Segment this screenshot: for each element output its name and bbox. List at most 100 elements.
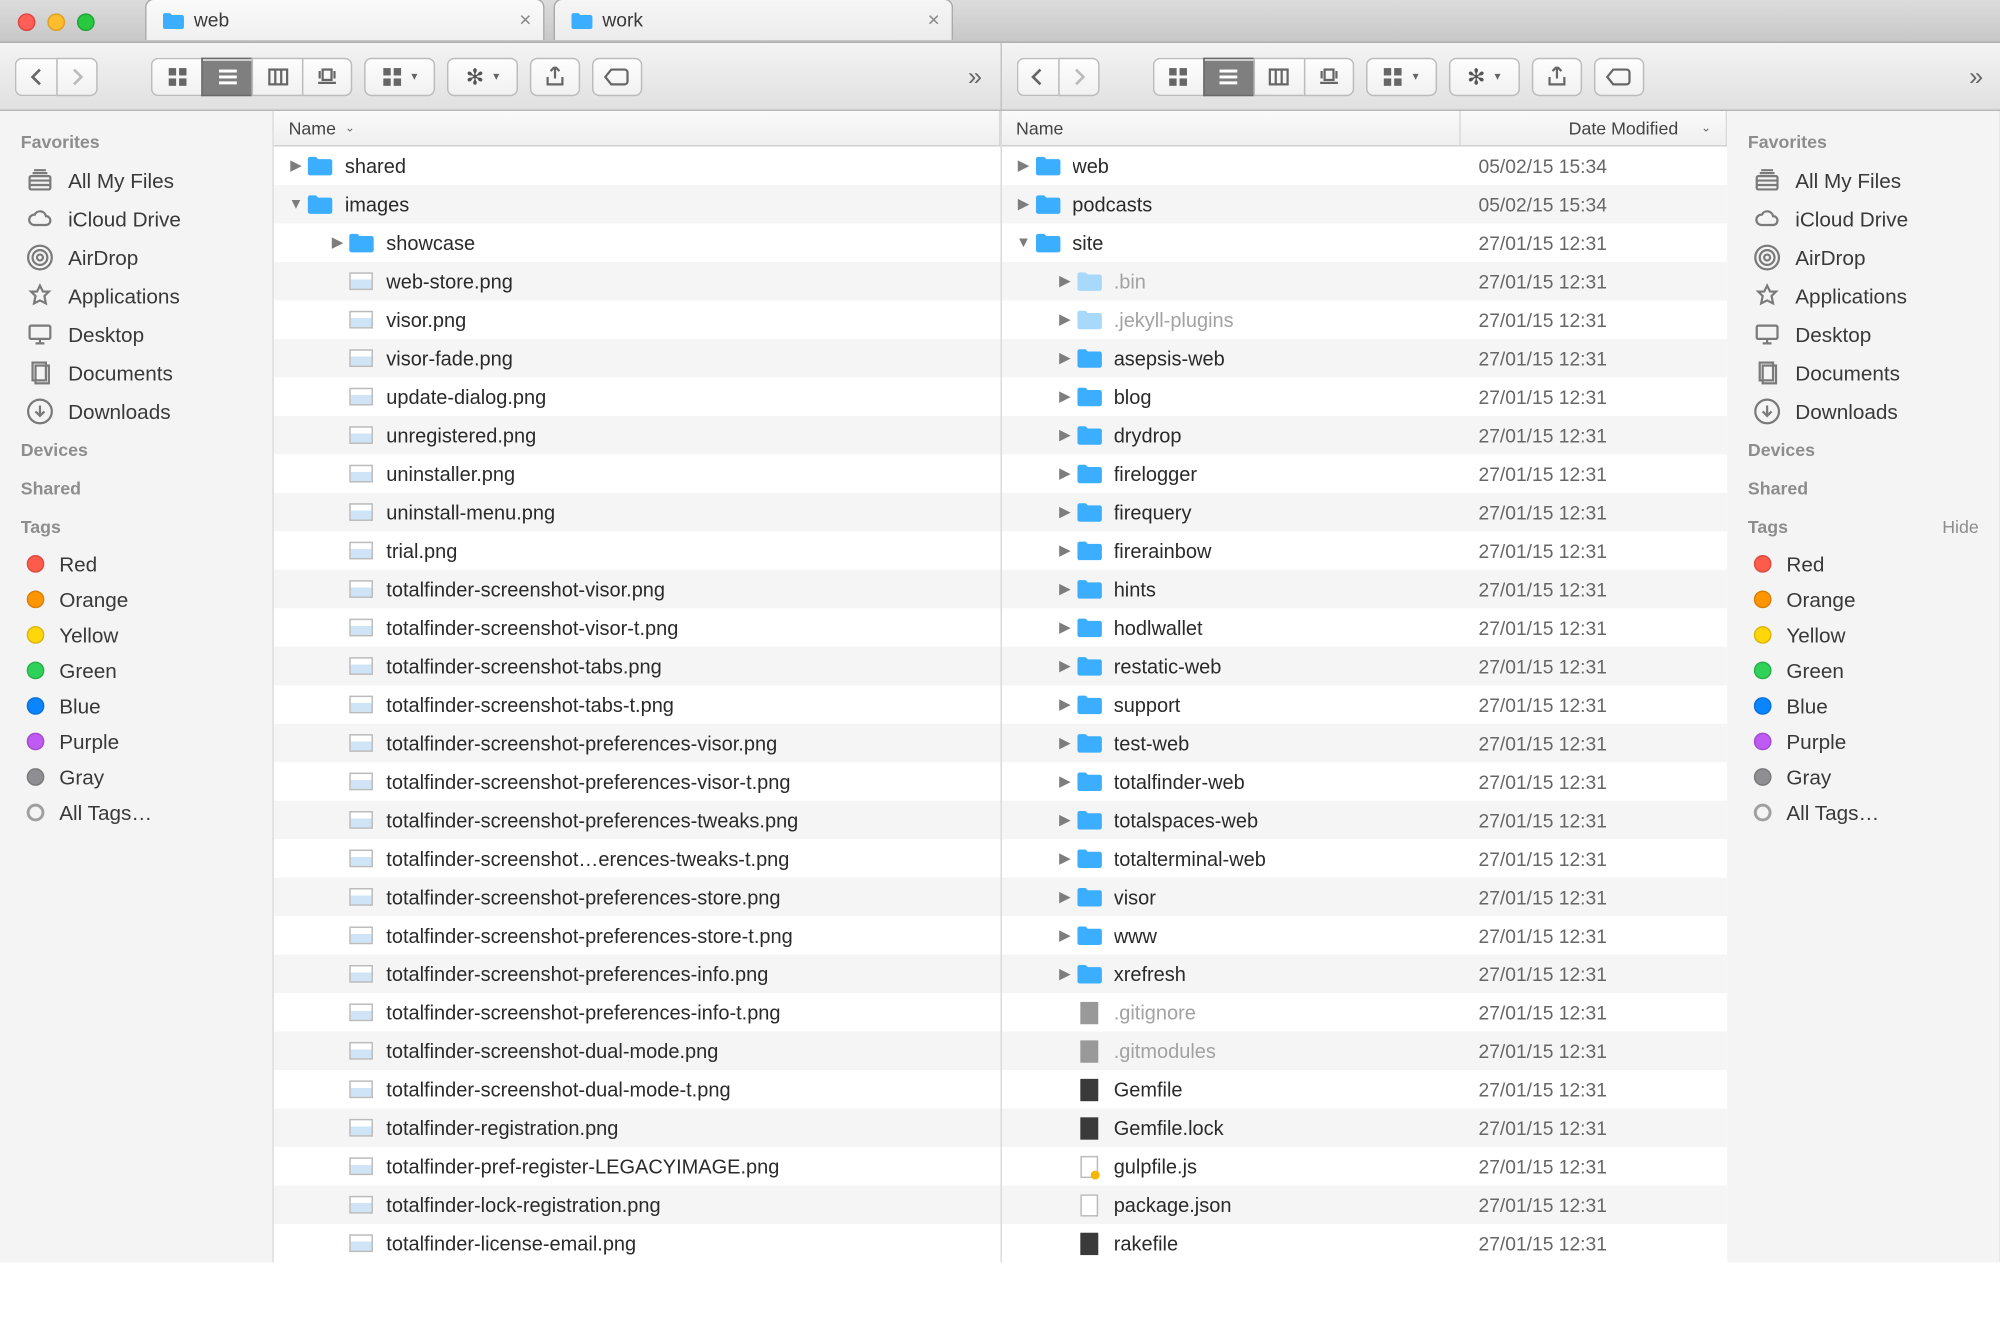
sidebar-item-desktop[interactable]: Desktop bbox=[1727, 315, 1999, 353]
file-row[interactable]: ▶shared bbox=[274, 147, 1000, 185]
disclosure-arrow-icon[interactable]: ▶ bbox=[1055, 504, 1076, 520]
file-row[interactable]: trial.png bbox=[274, 531, 1000, 569]
file-row[interactable]: ▶totalfinder-web27/01/15 12:31 bbox=[1001, 762, 1727, 800]
disclosure-arrow-icon[interactable]: ▼ bbox=[286, 196, 307, 212]
file-row[interactable]: totalfinder-screenshot-visor.png bbox=[274, 570, 1000, 608]
list-view-button[interactable] bbox=[1203, 57, 1253, 95]
column-date-modified[interactable]: Date Modified ⌄ bbox=[1461, 111, 1727, 145]
forward-button[interactable] bbox=[1057, 57, 1098, 95]
sidebar-tag-purple[interactable]: Purple bbox=[0, 724, 272, 760]
file-row[interactable]: totalfinder-pref-register-LEGACYIMAGE.pn… bbox=[274, 1147, 1000, 1185]
file-row[interactable]: ▶hints27/01/15 12:31 bbox=[1001, 570, 1727, 608]
arrange-button[interactable]: ▾ bbox=[364, 57, 435, 95]
sidebar-tag-red[interactable]: Red bbox=[1727, 546, 1999, 582]
column-view-button[interactable] bbox=[1253, 57, 1303, 95]
file-row[interactable]: totalfinder-license-email.png bbox=[274, 1224, 1000, 1262]
disclosure-arrow-icon[interactable]: ▶ bbox=[1055, 273, 1076, 289]
file-row[interactable]: web-store.png bbox=[274, 262, 1000, 300]
file-row[interactable]: ▶asepsis-web27/01/15 12:31 bbox=[1001, 339, 1727, 377]
sidebar-item-icloud-drive[interactable]: iCloud Drive bbox=[1727, 200, 1999, 238]
disclosure-arrow-icon[interactable]: ▶ bbox=[1055, 350, 1076, 366]
file-row[interactable]: ▶firelogger27/01/15 12:31 bbox=[1001, 454, 1727, 492]
file-row[interactable]: totalfinder-screenshot-preferences-tweak… bbox=[274, 801, 1000, 839]
tags-button[interactable] bbox=[1593, 57, 1643, 95]
file-row[interactable]: visor.png bbox=[274, 300, 1000, 338]
file-row[interactable]: ▶firequery27/01/15 12:31 bbox=[1001, 493, 1727, 531]
sidebar-item-applications[interactable]: Applications bbox=[1727, 277, 1999, 315]
file-row[interactable]: totalfinder-screenshot-preferences-info.… bbox=[274, 955, 1000, 993]
file-row[interactable]: ▶hodlwallet27/01/15 12:31 bbox=[1001, 608, 1727, 646]
share-button[interactable] bbox=[1531, 57, 1581, 95]
sidebar-tag-blue[interactable]: Blue bbox=[0, 688, 272, 724]
sidebar-tag-gray[interactable]: Gray bbox=[1727, 759, 1999, 795]
file-row[interactable]: ▶web05/02/15 15:34 bbox=[1001, 147, 1727, 185]
file-row[interactable]: .gitignore27/01/15 12:31 bbox=[1001, 993, 1727, 1031]
icon-view-button[interactable] bbox=[1152, 57, 1202, 95]
file-row[interactable]: totalfinder-screenshot-preferences-visor… bbox=[274, 762, 1000, 800]
file-row[interactable]: ▶.bin27/01/15 12:31 bbox=[1001, 262, 1727, 300]
sidebar-item-airdrop[interactable]: AirDrop bbox=[1727, 238, 1999, 276]
file-row[interactable]: .gitmodules27/01/15 12:31 bbox=[1001, 1032, 1727, 1070]
sidebar-item-downloads[interactable]: Downloads bbox=[0, 392, 272, 430]
file-row[interactable]: visor-fade.png bbox=[274, 339, 1000, 377]
disclosure-arrow-icon[interactable]: ▶ bbox=[1055, 465, 1076, 481]
file-row[interactable]: totalfinder-screenshot-tabs.png bbox=[274, 647, 1000, 685]
sidebar-item-documents[interactable]: Documents bbox=[1727, 354, 1999, 392]
file-row[interactable]: ▶visor27/01/15 12:31 bbox=[1001, 878, 1727, 916]
icon-view-button[interactable] bbox=[151, 57, 201, 95]
close-tab-icon[interactable]: × bbox=[928, 7, 940, 31]
file-row[interactable]: totalfinder-screenshot-preferences-store… bbox=[274, 916, 1000, 954]
sidebar-tag-yellow[interactable]: Yellow bbox=[0, 617, 272, 653]
sidebar-item-downloads[interactable]: Downloads bbox=[1727, 392, 1999, 430]
file-row[interactable]: uninstall-menu.png bbox=[274, 493, 1000, 531]
disclosure-arrow-icon[interactable]: ▶ bbox=[1055, 542, 1076, 558]
maximize-window-button[interactable] bbox=[77, 13, 95, 31]
disclosure-arrow-icon[interactable]: ▶ bbox=[1055, 735, 1076, 751]
back-button[interactable] bbox=[15, 57, 56, 95]
list-view-button[interactable] bbox=[201, 57, 251, 95]
disclosure-arrow-icon[interactable]: ▶ bbox=[1055, 427, 1076, 443]
disclosure-arrow-icon[interactable]: ▶ bbox=[1013, 196, 1034, 212]
disclosure-arrow-icon[interactable]: ▶ bbox=[1055, 696, 1076, 712]
sidebar-tag-green[interactable]: Green bbox=[0, 653, 272, 689]
overflow-icon[interactable]: » bbox=[968, 61, 982, 91]
disclosure-arrow-icon[interactable]: ▶ bbox=[1055, 927, 1076, 943]
file-row[interactable]: ▶xrefresh27/01/15 12:31 bbox=[1001, 955, 1727, 993]
sidebar-item-all-my-files[interactable]: All My Files bbox=[0, 161, 272, 199]
close-window-button[interactable] bbox=[18, 13, 36, 31]
close-tab-icon[interactable]: × bbox=[519, 7, 531, 31]
file-row[interactable]: ▶support27/01/15 12:31 bbox=[1001, 685, 1727, 723]
tags-button[interactable] bbox=[592, 57, 642, 95]
disclosure-arrow-icon[interactable]: ▶ bbox=[1055, 889, 1076, 905]
file-row[interactable]: update-dialog.png bbox=[274, 377, 1000, 415]
disclosure-arrow-icon[interactable]: ▶ bbox=[1055, 850, 1076, 866]
coverflow-view-button[interactable] bbox=[302, 57, 352, 95]
column-name[interactable]: Name bbox=[1001, 111, 1461, 145]
file-row[interactable]: Gemfile.lock27/01/15 12:31 bbox=[1001, 1109, 1727, 1147]
sidebar-tag-gray[interactable]: Gray bbox=[0, 759, 272, 795]
file-list-right[interactable]: ▶web05/02/15 15:34▶podcasts05/02/15 15:3… bbox=[1001, 147, 1727, 1263]
coverflow-view-button[interactable] bbox=[1303, 57, 1353, 95]
sidebar-item-applications[interactable]: Applications bbox=[0, 277, 272, 315]
file-row[interactable]: ▶totalspaces-web27/01/15 12:31 bbox=[1001, 801, 1727, 839]
column-name[interactable]: Name⌄ bbox=[274, 111, 1000, 145]
sidebar-tag-yellow[interactable]: Yellow bbox=[1727, 617, 1999, 653]
sidebar-tag-red[interactable]: Red bbox=[0, 546, 272, 582]
disclosure-arrow-icon[interactable]: ▶ bbox=[286, 158, 307, 174]
hide-tags-button[interactable]: Hide bbox=[1942, 517, 1979, 538]
sidebar-all-tags[interactable]: All Tags… bbox=[1727, 795, 1999, 831]
action-button[interactable]: ✻▾ bbox=[1448, 57, 1519, 95]
column-view-button[interactable] bbox=[252, 57, 302, 95]
file-row[interactable]: totalfinder-screenshot-preferences-store… bbox=[274, 878, 1000, 916]
sidebar-all-tags[interactable]: All Tags… bbox=[0, 795, 272, 831]
file-row[interactable]: ▶test-web27/01/15 12:31 bbox=[1001, 724, 1727, 762]
disclosure-arrow-icon[interactable]: ▶ bbox=[1055, 619, 1076, 635]
file-row[interactable]: unregistered.png bbox=[274, 416, 1000, 454]
sidebar-tag-orange[interactable]: Orange bbox=[1727, 582, 1999, 618]
overflow-icon[interactable]: » bbox=[1969, 61, 1983, 91]
file-row[interactable]: totalfinder-registration.png bbox=[274, 1109, 1000, 1147]
sidebar-item-documents[interactable]: Documents bbox=[0, 354, 272, 392]
sidebar-tag-purple[interactable]: Purple bbox=[1727, 724, 1999, 760]
file-row[interactable]: uninstaller.png bbox=[274, 454, 1000, 492]
file-row[interactable]: totalfinder-screenshot-preferences-info-… bbox=[274, 993, 1000, 1031]
